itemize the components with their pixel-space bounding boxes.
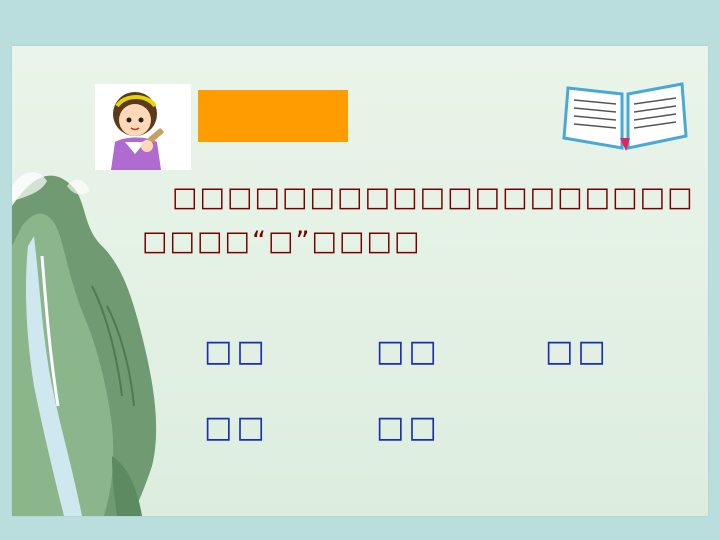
slide-panel: □□□□□□□□□□□□□□□□□□□ □□□□“□”□□□□ □□ □□ □□… <box>12 46 708 516</box>
word-item-5: □□ <box>376 410 441 445</box>
word-item-4: □□ <box>204 410 269 445</box>
word-item-3: □□ <box>545 334 610 369</box>
word-item-1: □□ <box>204 334 269 369</box>
instruction-line-2: □□□□“□”□□□□ <box>142 226 422 257</box>
instruction-line-1: □□□□□□□□□□□□□□□□□□□ <box>172 182 695 213</box>
girl-reading-icon <box>95 84 191 170</box>
mountain-waterfall-illustration <box>12 171 157 516</box>
open-book-icon <box>560 76 690 151</box>
word-item-2: □□ <box>376 334 441 369</box>
instruction-paragraph: □□□□□□□□□□□□□□□□□□□ □□□□“□”□□□□ <box>142 176 695 264</box>
title-banner <box>198 90 348 142</box>
